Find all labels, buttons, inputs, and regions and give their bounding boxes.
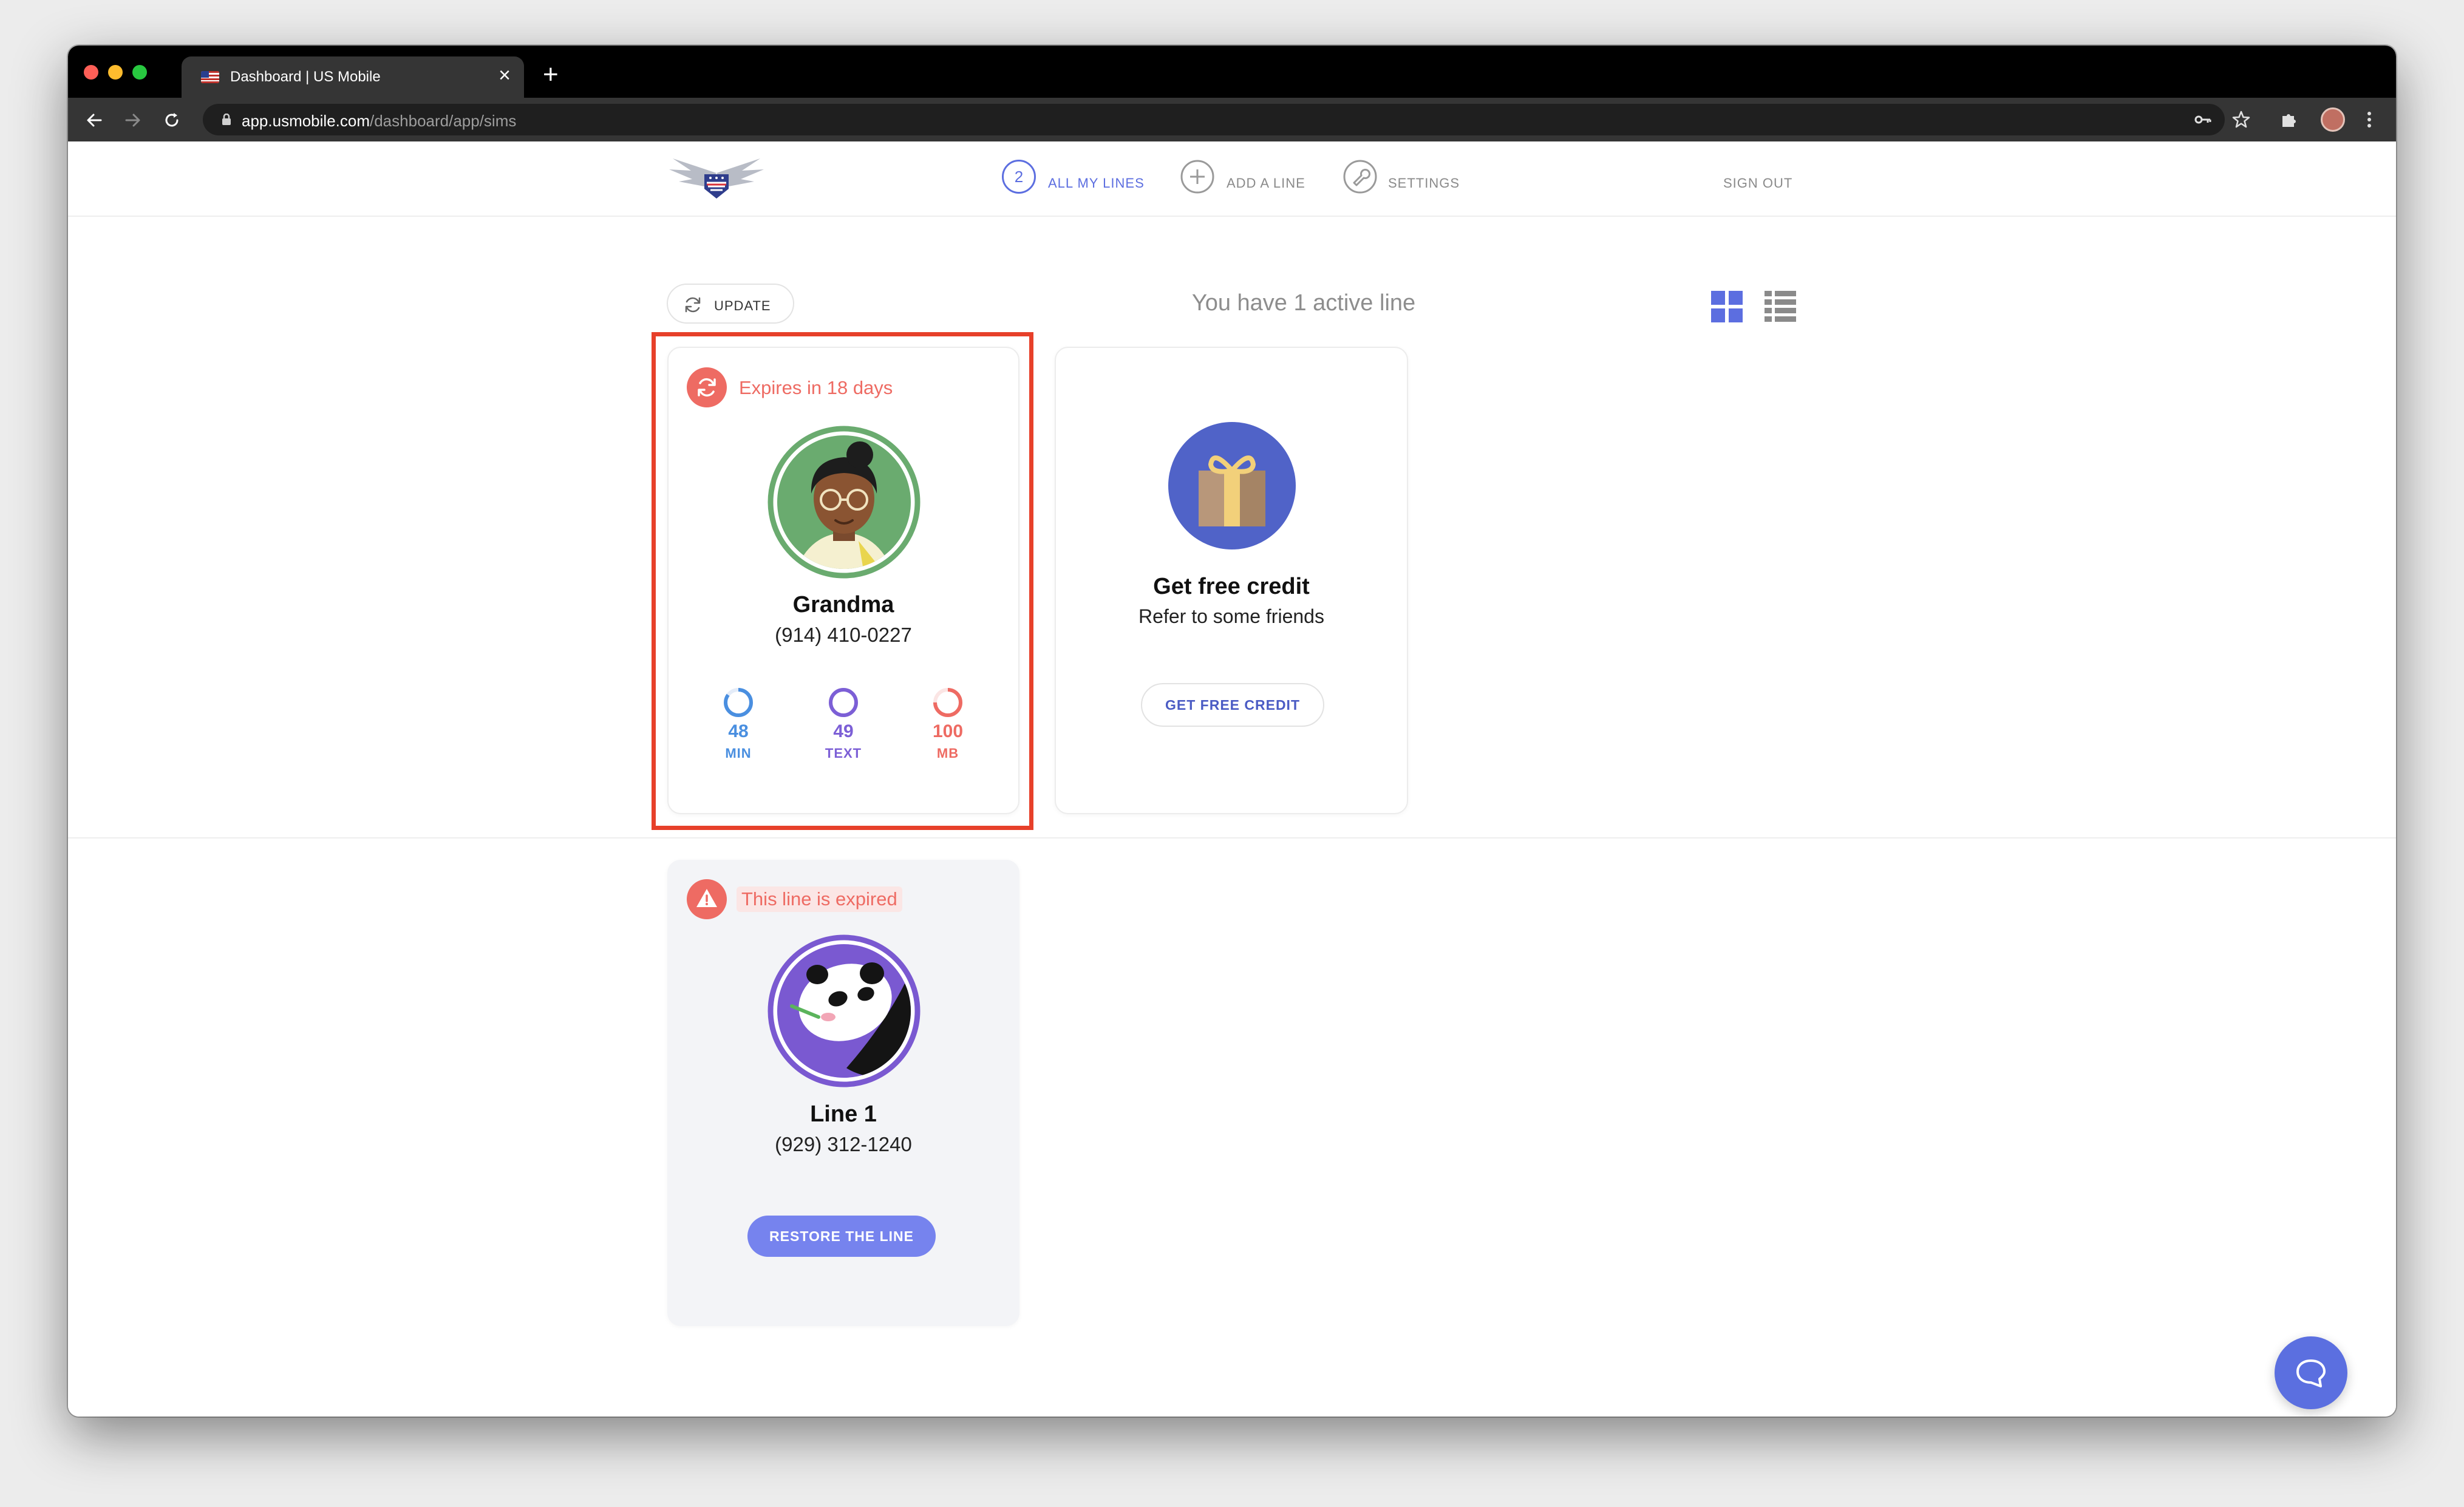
profile-avatar[interactable] (2321, 107, 2345, 132)
line-card-line-1[interactable]: This line is expired Line 1 (929) 312-12… (667, 860, 1019, 1326)
us-mobile-logo[interactable] (667, 155, 766, 201)
all-lines-count-badge[interactable]: 2 (1002, 160, 1036, 194)
free-credit-card[interactable]: Get free credit Refer to some friends GE… (1055, 347, 1408, 814)
lock-icon (222, 114, 231, 125)
grid-view-icon[interactable] (1711, 291, 1743, 322)
add-line-plus-icon[interactable] (1180, 160, 1214, 194)
us-flag-icon (201, 71, 219, 83)
reload-icon[interactable] (163, 111, 181, 129)
browser-window: Dashboard | US Mobile × + app.usmobile.c… (68, 46, 2396, 1417)
forward-arrow-icon[interactable] (124, 111, 142, 129)
tab-title: Dashboard | US Mobile (230, 69, 381, 85)
selection-highlight (652, 332, 1033, 830)
promo-subtitle: Refer to some friends (1138, 605, 1324, 627)
key-icon[interactable] (2193, 110, 2213, 129)
back-arrow-icon[interactable] (85, 111, 103, 129)
tab-close-icon[interactable]: × (499, 65, 511, 86)
refresh-icon (685, 297, 701, 313)
browser-tab[interactable]: Dashboard | US Mobile × (182, 56, 524, 98)
more-menu-icon[interactable] (2366, 110, 2373, 129)
sign-out-link[interactable]: SIGN OUT (1723, 175, 1792, 191)
get-free-credit-button[interactable]: GET FREE CREDIT (1141, 683, 1324, 727)
restore-line-button[interactable]: RESTORE THE LINE (747, 1216, 936, 1257)
line-phone-number: (929) 312-1240 (775, 1133, 912, 1155)
expired-status: This line is expired (737, 886, 902, 912)
url-text: app.usmobile.com/dashboard/app/sims (242, 112, 517, 130)
address-bar[interactable]: app.usmobile.com/dashboard/app/sims (203, 104, 2225, 135)
maximize-window-button[interactable] (132, 65, 147, 80)
tab-strip: Dashboard | US Mobile × + (68, 46, 2396, 98)
line-name: Line 1 (810, 1101, 877, 1127)
update-button[interactable]: UPDATE (667, 284, 794, 324)
nav-add-a-line[interactable]: ADD A LINE (1227, 175, 1305, 191)
section-divider (68, 837, 2396, 839)
extensions-puzzle-icon[interactable] (2279, 110, 2299, 129)
close-window-button[interactable] (84, 65, 98, 80)
minimize-window-button[interactable] (108, 65, 123, 80)
active-lines-count: You have 1 active line (1191, 290, 1416, 316)
nav-all-my-lines[interactable]: ALL MY LINES (1048, 175, 1145, 191)
chat-support-button[interactable] (2275, 1336, 2347, 1409)
dashboard-page: 2 ALL MY LINES ADD A LINE SETTINGS SIGN … (68, 141, 2396, 1417)
chat-bubble-icon (2296, 1359, 2326, 1387)
promo-title: Get free credit (1153, 574, 1310, 599)
browser-toolbar: app.usmobile.com/dashboard/app/sims (68, 98, 2396, 141)
nav-settings[interactable]: SETTINGS (1388, 175, 1460, 191)
update-label: UPDATE (714, 298, 771, 313)
gift-icon (1168, 422, 1296, 549)
settings-wrench-icon[interactable] (1343, 160, 1377, 194)
warning-icon (687, 879, 727, 919)
list-view-icon[interactable] (1765, 291, 1796, 322)
new-tab-button[interactable]: + (543, 61, 559, 88)
star-icon[interactable] (2231, 110, 2251, 129)
panda-avatar (767, 934, 921, 1087)
header-divider (68, 216, 2396, 217)
